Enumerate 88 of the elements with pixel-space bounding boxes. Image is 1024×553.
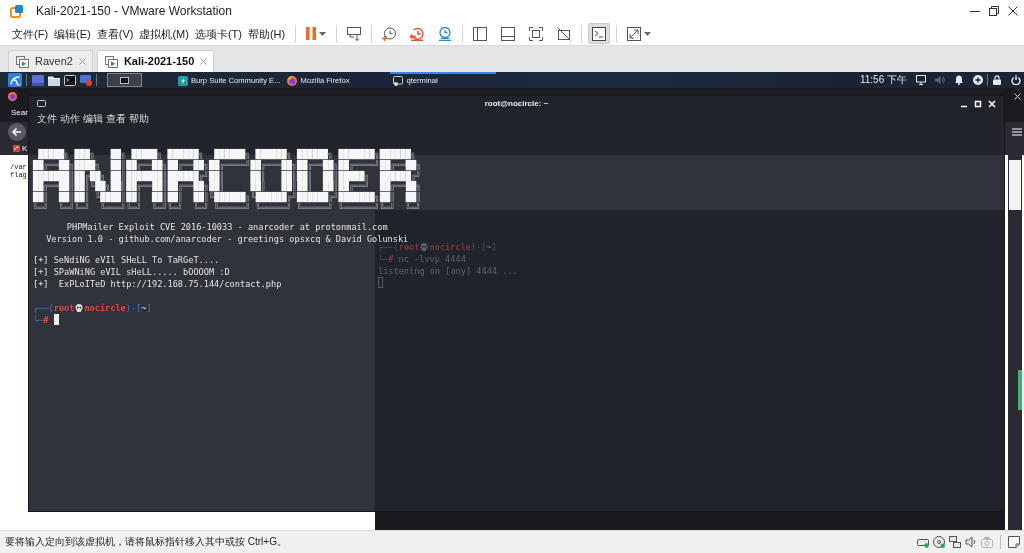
back-button[interactable] xyxy=(8,123,26,141)
vm-tab[interactable]: Kali-2021-150 xyxy=(96,50,215,72)
pause-icon xyxy=(306,27,317,40)
scroll-marker xyxy=(1018,370,1022,410)
restore-icon[interactable] xyxy=(989,6,999,16)
menu-item[interactable]: 文件 xyxy=(37,113,57,125)
menu-item[interactable]: 动作 xyxy=(60,113,80,125)
lightning-tile-icon xyxy=(178,76,188,86)
vm-icon xyxy=(104,55,118,68)
sidebar-layout-icon xyxy=(473,26,488,41)
banner-title: █████╗ ███╗ ██╗ █████╗ ██████╗ ██████╗ ██████╗ ██████╗ ███████╗██████╗ ██╔══██╗████╗ ██║██╔══██╗██╔══██╗██╔════╝██╔═══██╗██╔══██╗██╔════╝██╔══██╗ ███████║██╔██╗ ██║███████║██████╔╝██║ ██║ ██║██║ ██║█████╗ ██████╔╝ ██╔══██║██║╚██╗██║██╔══██║██╔══██╗██║ ██║ ██║██║ ██║██╔══╝ ██╔══██╗ ██║ ██║██║ ╚████║██║ ██║██║ ██║╚██████╗╚██████╔╝██████╔╝███████╗██║ ██║ ╚═╝ ╚═╝╚═╝ ╚═══╝╚═╝ ╚═╝╚═╝ ╚═╝ ╚═════╝ ╚═════╝ ╚═════╝ ╚══════╝╚═╝ ╚═╝ xyxy=(33,149,422,214)
window-title: Kali-2021-150 - VMware Workstation xyxy=(36,3,232,19)
menu-item[interactable]: 查看 xyxy=(106,113,126,125)
desktop-icon[interactable] xyxy=(32,74,44,86)
menu-icon[interactable] xyxy=(1012,128,1022,136)
console-icon xyxy=(592,26,607,41)
vm-icon xyxy=(16,55,29,68)
terminal-output: [+] ExPLoITeD http://192.168.75.144/contact.php xyxy=(33,277,282,290)
kali-menu-icon[interactable] xyxy=(8,73,22,87)
clock-arrow-icon xyxy=(410,26,425,41)
window-thumbnail-icon xyxy=(120,76,129,84)
caret-icon xyxy=(644,31,652,36)
speaker-icon[interactable] xyxy=(965,536,977,548)
terminal-icon xyxy=(37,100,46,107)
vm-logo-icon xyxy=(10,4,24,18)
terminal-output: [+] SPaWNiNG eVIL sHeLL..... bOOOOM :D xyxy=(33,265,230,278)
prompt-corner: ┌──( xyxy=(33,302,54,313)
disc-icon[interactable] xyxy=(933,536,945,548)
close-icon[interactable] xyxy=(1008,6,1018,16)
menu-item[interactable]: 帮助(H) xyxy=(245,24,288,43)
clock-stack-icon xyxy=(438,26,453,41)
circle-logo-icon xyxy=(8,91,17,101)
prompt-bracket: ] xyxy=(491,242,497,252)
menu-item[interactable]: 编辑(E) xyxy=(52,24,93,43)
prompt-symbol: # xyxy=(388,254,394,264)
clock[interactable]: 11:56 下午 xyxy=(859,74,907,86)
terminal-output: [+] SeNdiNG eVIl SHeLL To TaRGeT.... xyxy=(33,253,220,266)
fullscreen-icon xyxy=(529,26,544,41)
prompt-user: root xyxy=(53,302,75,313)
prompt-corner: └─ xyxy=(33,314,44,325)
prompt-bracket: ] xyxy=(146,302,152,313)
vm-tab[interactable]: Raven2 xyxy=(8,50,93,72)
prompt-corner: ┌──( xyxy=(378,242,399,252)
browser-tab[interactable]: Sear xyxy=(11,108,28,118)
menu-item[interactable]: 查看(V) xyxy=(94,24,136,43)
prompt-separator: )-[ xyxy=(470,242,487,252)
bottom-panel-icon xyxy=(501,26,516,41)
banner-subtitle: Version 1.0 - github.com/anarcoder - greetings opsxcq & David Golunski xyxy=(46,232,409,244)
terminal-icon[interactable] xyxy=(64,74,76,86)
note-icon[interactable] xyxy=(1008,536,1020,548)
skull-icon xyxy=(75,303,84,312)
prompt-host: nocircle xyxy=(429,242,471,252)
screen-record-icon[interactable] xyxy=(80,74,92,86)
banner-subtitle: PHPMailer Exploit CVE 2016-10033 - anarcoder at protonmail.com xyxy=(66,220,388,233)
prompt-directory: ~ xyxy=(486,242,492,252)
plus-circle-icon[interactable] xyxy=(973,75,983,85)
window-title: root@nocircle: ~ xyxy=(484,98,549,109)
expand-arrows-icon xyxy=(627,26,642,41)
workspace-button[interactable] xyxy=(107,73,142,87)
prompt-symbol: # xyxy=(43,314,49,325)
console-view-button[interactable] xyxy=(588,23,611,44)
clock-plus-icon xyxy=(382,26,397,41)
menu-item[interactable]: 编辑 xyxy=(83,113,103,125)
prompt-directory: ~ xyxy=(141,302,147,313)
status-message: 要将输入定向到该虚拟机，请将鼠标指针移入其中或按 Ctrl+G。 xyxy=(5,536,287,548)
caret-icon xyxy=(319,31,327,36)
prompt-user: root xyxy=(398,242,420,252)
network-icon[interactable] xyxy=(949,536,961,548)
crossed-window-icon xyxy=(557,26,572,41)
menu-item[interactable]: 文件(F) xyxy=(10,24,51,43)
lock-icon[interactable] xyxy=(992,75,1002,85)
bookmark-icon xyxy=(13,145,20,152)
prompt-separator: )-[ xyxy=(125,302,142,313)
prompt-host: nocircle xyxy=(84,302,126,313)
monitor-arrow-icon xyxy=(347,26,362,41)
bell-icon[interactable] xyxy=(954,75,964,85)
power-icon[interactable] xyxy=(1011,75,1021,85)
circle-logo-icon xyxy=(287,76,298,86)
display-icon[interactable] xyxy=(916,75,926,85)
menu-item[interactable]: 选项卡(T) xyxy=(192,24,244,43)
terminal-icon xyxy=(393,76,404,86)
folder-icon[interactable] xyxy=(48,74,60,86)
menu-item[interactable]: 虚拟机(M) xyxy=(137,24,191,43)
scrollbar-thumb[interactable] xyxy=(1009,160,1021,210)
maximize-icon[interactable] xyxy=(974,99,982,108)
menu-item[interactable]: 帮助 xyxy=(129,113,149,125)
prompt-corner: └─ xyxy=(378,254,389,264)
bookmark-link[interactable]: K xyxy=(22,143,28,154)
